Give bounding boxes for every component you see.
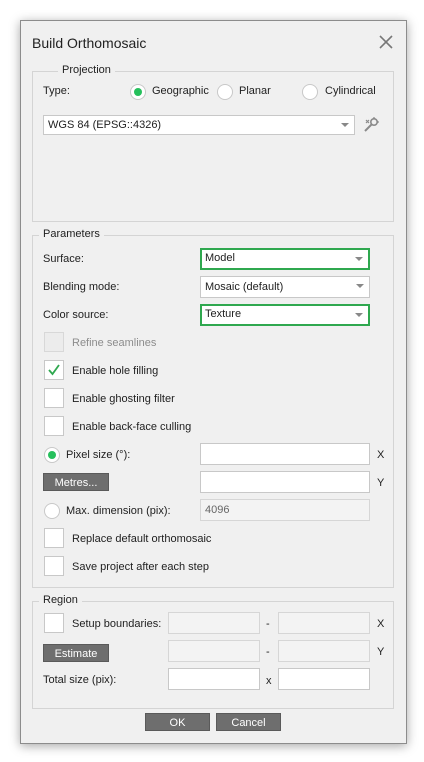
crs-value: WGS 84 (EPSG::4326) <box>48 119 162 131</box>
refine-seamlines-label: Refine seamlines <box>72 337 157 349</box>
max-dimension-input[interactable]: 4096 <box>200 499 370 521</box>
pixel-size-x-input[interactable] <box>200 443 370 465</box>
blending-mode-select[interactable]: Mosaic (default) <box>200 276 370 298</box>
boundary-y-min-input[interactable] <box>168 640 260 662</box>
metres-button[interactable]: Metres... <box>43 473 109 491</box>
boundary-x-max-input[interactable] <box>278 612 370 634</box>
color-source-value: Texture <box>205 308 242 320</box>
region-group: Region Setup boundaries: - X Estimate - … <box>32 594 394 709</box>
refine-seamlines-checkbox[interactable] <box>44 332 64 352</box>
checkmark-icon <box>48 364 60 376</box>
x-suffix: X <box>377 618 385 630</box>
ok-button[interactable]: OK <box>145 713 210 731</box>
crs-select[interactable]: WGS 84 (EPSG::4326) <box>43 115 355 135</box>
projection-group: Projection Type: Geographic Planar Cylin… <box>32 64 394 222</box>
enable-hole-filling-label: Enable hole filling <box>72 365 159 377</box>
blending-mode-value: Mosaic (default) <box>205 281 284 293</box>
surface-value: Model <box>205 252 235 264</box>
dash-separator: - <box>266 646 270 658</box>
enable-ghosting-filter-label: Enable ghosting filter <box>72 393 175 405</box>
radio-geographic[interactable] <box>130 84 146 100</box>
replace-default-orthomosaic-checkbox[interactable] <box>44 528 64 548</box>
total-size-width-input[interactable] <box>168 668 260 690</box>
radio-planar-label: Planar <box>239 85 271 97</box>
chevron-down-icon <box>341 123 349 127</box>
close-icon[interactable] <box>377 33 395 51</box>
enable-ghosting-filter-checkbox[interactable] <box>44 388 64 408</box>
crs-settings-icon[interactable] <box>363 117 379 133</box>
pixel-size-y-input[interactable] <box>200 471 370 493</box>
max-dimension-label: Max. dimension (pix): <box>66 505 171 517</box>
save-project-checkbox[interactable] <box>44 556 64 576</box>
total-size-label: Total size (pix): <box>43 674 117 686</box>
dash-separator: - <box>266 618 270 630</box>
dialog-title: Build Orthomosaic <box>32 35 147 51</box>
total-size-height-input[interactable] <box>278 668 370 690</box>
y-suffix: Y <box>377 477 385 489</box>
replace-default-orthomosaic-label: Replace default orthomosaic <box>72 533 212 545</box>
max-dimension-radio[interactable] <box>44 503 60 519</box>
cancel-button[interactable]: Cancel <box>216 713 281 731</box>
radio-cylindrical-label: Cylindrical <box>325 85 376 97</box>
x-suffix: X <box>377 449 385 461</box>
region-legend: Region <box>39 594 82 606</box>
parameters-legend: Parameters <box>39 228 104 240</box>
pixel-size-label: Pixel size (°): <box>66 449 131 461</box>
save-project-label: Save project after each step <box>72 561 209 573</box>
blending-mode-label: Blending mode: <box>43 281 120 293</box>
color-source-select[interactable]: Texture <box>200 304 370 326</box>
y-suffix: Y <box>377 646 385 658</box>
projection-legend: Projection <box>58 64 115 76</box>
build-orthomosaic-dialog: Build Orthomosaic Projection Type: Geogr… <box>20 20 407 744</box>
radio-cylindrical[interactable] <box>302 84 318 100</box>
setup-boundaries-label: Setup boundaries: <box>72 618 162 630</box>
estimate-button[interactable]: Estimate <box>43 644 109 662</box>
enable-hole-filling-checkbox[interactable] <box>44 360 64 380</box>
chevron-down-icon <box>355 313 363 317</box>
surface-label: Surface: <box>43 253 84 265</box>
type-label: Type: <box>43 85 70 97</box>
setup-boundaries-checkbox[interactable] <box>44 613 64 633</box>
pixel-size-radio[interactable] <box>44 447 60 463</box>
enable-backface-culling-label: Enable back-face culling <box>72 421 192 433</box>
radio-geographic-label: Geographic <box>152 85 209 97</box>
chevron-down-icon <box>355 257 363 261</box>
enable-backface-culling-checkbox[interactable] <box>44 416 64 436</box>
surface-select[interactable]: Model <box>200 248 370 270</box>
radio-planar[interactable] <box>217 84 233 100</box>
boundary-x-min-input[interactable] <box>168 612 260 634</box>
color-source-label: Color source: <box>43 309 109 321</box>
chevron-down-icon <box>356 284 364 288</box>
parameters-group: Parameters Surface: Model Blending mode:… <box>32 228 394 588</box>
boundary-y-max-input[interactable] <box>278 640 370 662</box>
times-separator: x <box>266 675 272 687</box>
